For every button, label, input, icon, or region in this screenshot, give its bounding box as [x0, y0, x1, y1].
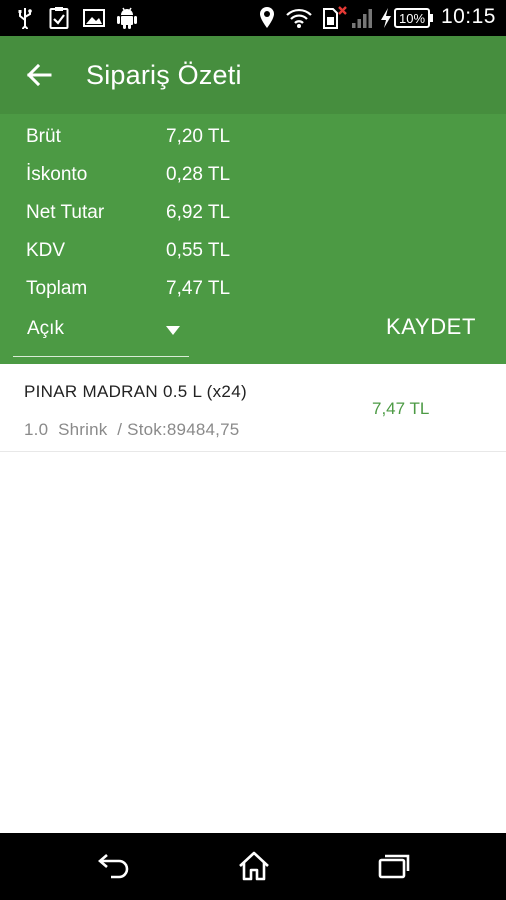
recents-icon[interactable] — [374, 847, 414, 885]
app-bar: Sipariş Özeti — [0, 36, 506, 114]
navigation-bar — [0, 833, 506, 900]
battery-icon: 10% — [394, 6, 434, 30]
summary-label: Toplam — [26, 278, 88, 299]
summary-value: 7,47 TL — [166, 278, 231, 299]
status-bar: 10% 10:15 — [0, 0, 506, 36]
order-item-list: PINAR MADRAN 0.5 L (x24) 1.0 Shrink / St… — [0, 364, 506, 452]
summary-value: 0,28 TL — [166, 164, 231, 185]
summary-value: 6,92 TL — [166, 202, 231, 223]
check-icon — [48, 6, 70, 30]
location-icon — [258, 6, 276, 30]
caret-down-icon — [166, 322, 180, 335]
page-title: Sipariş Özeti — [86, 60, 242, 90]
home-icon[interactable] — [234, 847, 274, 885]
summary-label: İskonto — [26, 164, 88, 185]
summary-value: 7,20 TL — [166, 126, 231, 147]
order-summary: Brüt 7,20 TL İskonto 0,28 TL Net Tutar 6… — [0, 114, 506, 364]
item-detail: 1.0 Shrink / Stok:89484,75 — [24, 420, 240, 439]
back-icon[interactable] — [94, 847, 134, 885]
save-button[interactable]: KAYDET — [386, 314, 476, 340]
charging-icon — [378, 6, 394, 30]
clock: 10:15 — [440, 5, 496, 28]
signal-icon — [350, 6, 374, 30]
usb-icon — [16, 6, 34, 30]
status-dropdown[interactable]: Açık — [13, 312, 189, 357]
summary-value: 0,55 TL — [166, 240, 231, 261]
item-name: PINAR MADRAN 0.5 L (x24) — [24, 382, 247, 401]
sim-icon — [322, 6, 348, 30]
list-item[interactable]: PINAR MADRAN 0.5 L (x24) 1.0 Shrink / St… — [0, 364, 506, 452]
image-icon — [82, 6, 106, 30]
item-price: 7,47 TL — [372, 399, 430, 418]
android-icon — [116, 6, 138, 30]
status-dropdown-value: Açık — [27, 318, 64, 339]
summary-label: Net Tutar — [26, 202, 105, 223]
arrow-left-icon[interactable] — [18, 54, 60, 96]
wifi-icon — [285, 6, 313, 30]
battery-percent: 10% — [399, 11, 425, 26]
summary-label: Brüt — [26, 126, 61, 147]
summary-label: KDV — [26, 240, 66, 261]
